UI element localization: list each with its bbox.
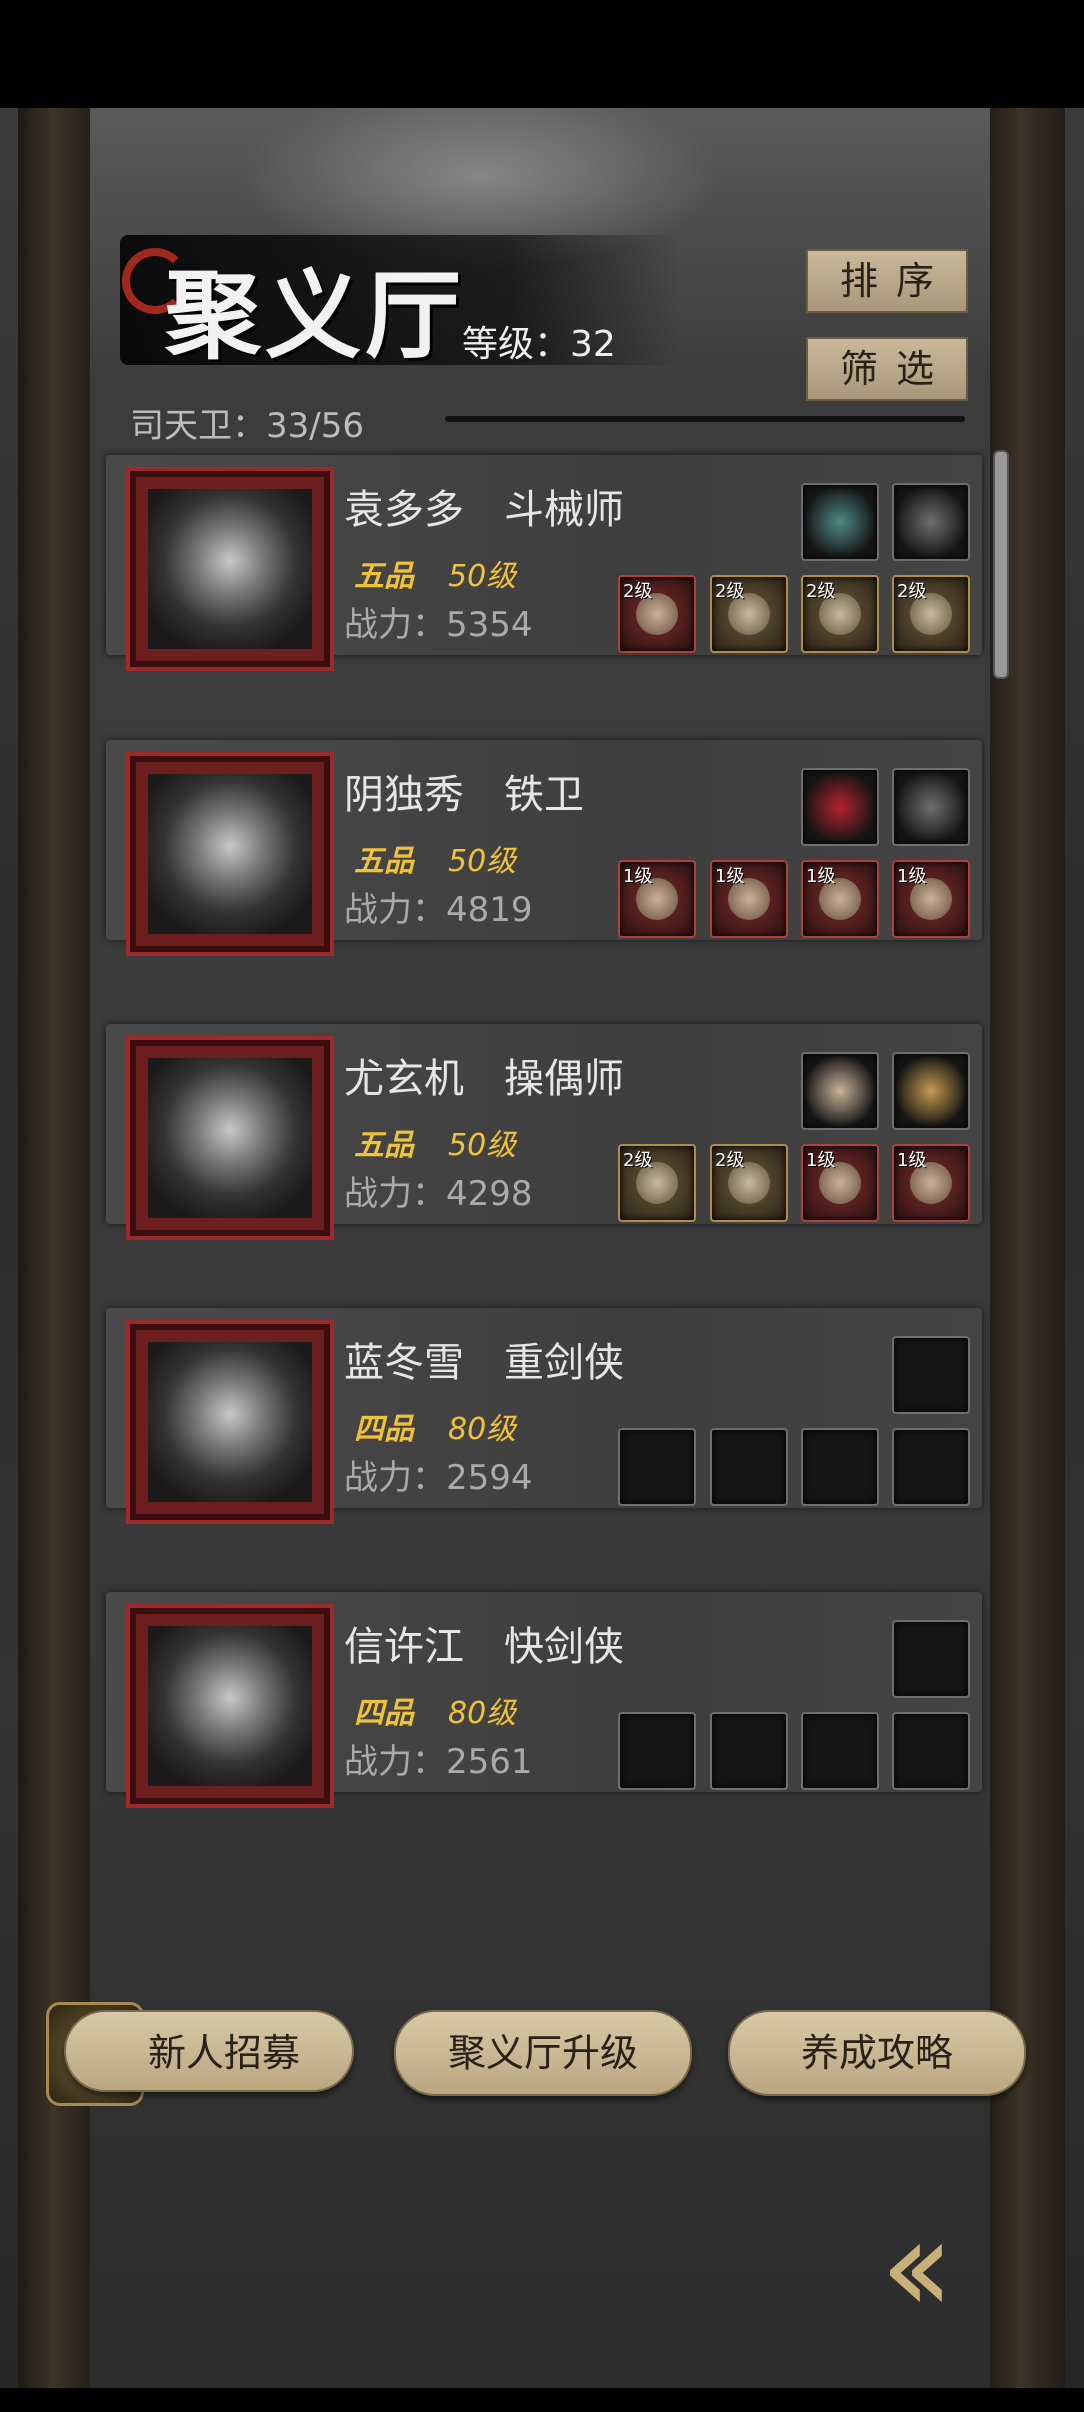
hero-level: 50级: [448, 844, 517, 879]
hero-card[interactable]: 尤玄机 操偶师五品 50级战力：4298 2级 2级 1级 1级: [106, 1024, 982, 1240]
equipment-tier: 1级: [897, 1150, 927, 1171]
equipment-tier: 2级: [715, 1150, 745, 1171]
equipment-tier: 1级: [715, 866, 745, 887]
equipment-slot[interactable]: 1级: [710, 860, 788, 938]
hero-card[interactable]: 阴独秀 铁卫五品 50级战力：4819 1级 1级 1级 1级: [106, 740, 982, 956]
hero-card[interactable]: 信许江 快剑侠四品 80级战力：2561: [106, 1592, 982, 1808]
upgrade-hall-button[interactable]: 聚义厅升级: [394, 2010, 692, 2096]
hero-level: 80级: [448, 1696, 517, 1731]
skill-slot[interactable]: [801, 1052, 879, 1130]
equipment-tier: 1级: [806, 866, 836, 887]
hero-card[interactable]: 蓝冬雪 重剑侠四品 80级战力：2594: [106, 1308, 982, 1524]
hero-grade: 五品: [354, 559, 414, 594]
empty-equipment-slot[interactable]: [801, 1712, 879, 1790]
hero-portrait[interactable]: [126, 467, 334, 671]
hero-grade: 五品: [354, 844, 414, 879]
empty-equipment-slot[interactable]: [892, 1712, 970, 1790]
equipment-slot[interactable]: 1级: [618, 860, 696, 938]
hero-power: 战力：4298: [344, 1174, 533, 1214]
hero-portrait[interactable]: [126, 752, 334, 956]
hero-card[interactable]: 袁多多 斗械师五品 50级战力：5354 2级 2级 2级 2级: [106, 455, 982, 671]
equipment-slot[interactable]: 1级: [892, 1144, 970, 1222]
list-scrollbar[interactable]: [993, 450, 1009, 679]
hall-level: 等级：32: [462, 324, 616, 365]
skill-slot[interactable]: [892, 1052, 970, 1130]
hero-level: 50级: [448, 559, 517, 594]
equipment-slot[interactable]: 1级: [892, 860, 970, 938]
hero-portrait[interactable]: [126, 1604, 334, 1808]
equipment-slot[interactable]: 2级: [710, 1144, 788, 1222]
empty-equipment-slot[interactable]: [618, 1712, 696, 1790]
empty-equipment-slot[interactable]: [618, 1428, 696, 1506]
hero-avatar: [148, 774, 312, 934]
empty-equipment-slot[interactable]: [710, 1712, 788, 1790]
equipment-tier: 1级: [806, 1150, 836, 1171]
hero-name: 蓝冬雪 重剑侠: [344, 1340, 624, 1386]
equipment-slot[interactable]: 2级: [710, 575, 788, 653]
hero-avatar: [148, 1058, 312, 1218]
equipment-tier: 2级: [623, 581, 653, 602]
skill-slot[interactable]: [892, 483, 970, 561]
equipment-slot[interactable]: 2级: [618, 1144, 696, 1222]
equipment-tier: 2级: [897, 581, 927, 602]
hero-grade: 四品: [354, 1696, 414, 1731]
hero-level: 80级: [448, 1412, 517, 1447]
hero-name: 尤玄机 操偶师: [344, 1056, 624, 1102]
hero-avatar: [148, 489, 312, 649]
hero-grade: 四品: [354, 1412, 414, 1447]
page-title: 聚义厅: [165, 259, 465, 372]
skill-slot[interactable]: [801, 483, 879, 561]
hero-level: 50级: [448, 1128, 517, 1163]
hero-name: 袁多多 斗械师: [344, 487, 624, 533]
hero-portrait[interactable]: [126, 1320, 334, 1524]
double-chevron-left-icon[interactable]: ‹‹: [880, 2190, 954, 2342]
recruit-button[interactable]: 新人招募: [64, 2010, 354, 2092]
hero-portrait[interactable]: [126, 1036, 334, 1240]
hero-avatar: [148, 1626, 312, 1786]
equipment-tier: 2级: [806, 581, 836, 602]
hero-power: 战力：5354: [344, 605, 533, 645]
sort-button[interactable]: 排序: [806, 249, 968, 313]
divider: [445, 416, 965, 422]
empty-skill-slot[interactable]: [892, 1336, 970, 1414]
hero-grade: 五品: [354, 1128, 414, 1163]
skill-slot[interactable]: [892, 768, 970, 846]
roster-count: 司天卫：33/56: [130, 406, 364, 446]
equipment-slot[interactable]: 2级: [801, 575, 879, 653]
equipment-tier: 1级: [623, 866, 653, 887]
hero-power: 战力：2561: [344, 1742, 533, 1782]
hero-power: 战力：2594: [344, 1458, 533, 1498]
filter-button[interactable]: 筛选: [806, 337, 968, 401]
empty-equipment-slot[interactable]: [801, 1428, 879, 1506]
empty-skill-slot[interactable]: [892, 1620, 970, 1698]
hero-name: 信许江 快剑侠: [344, 1624, 624, 1670]
equipment-slot[interactable]: 2级: [892, 575, 970, 653]
skill-slot[interactable]: [801, 768, 879, 846]
equipment-tier: 1级: [897, 866, 927, 887]
status-bar: [0, 0, 1084, 108]
hero-avatar: [148, 1342, 312, 1502]
equipment-tier: 2级: [715, 581, 745, 602]
hero-name: 阴独秀 铁卫: [344, 772, 584, 818]
guide-button[interactable]: 养成攻略: [728, 2010, 1026, 2096]
navigation-bar: [0, 2388, 1084, 2412]
equipment-tier: 2级: [623, 1150, 653, 1171]
equipment-slot[interactable]: 1级: [801, 1144, 879, 1222]
hero-power: 战力：4819: [344, 890, 533, 930]
equipment-slot[interactable]: 1级: [801, 860, 879, 938]
equipment-slot[interactable]: 2级: [618, 575, 696, 653]
empty-equipment-slot[interactable]: [892, 1428, 970, 1506]
empty-equipment-slot[interactable]: [710, 1428, 788, 1506]
